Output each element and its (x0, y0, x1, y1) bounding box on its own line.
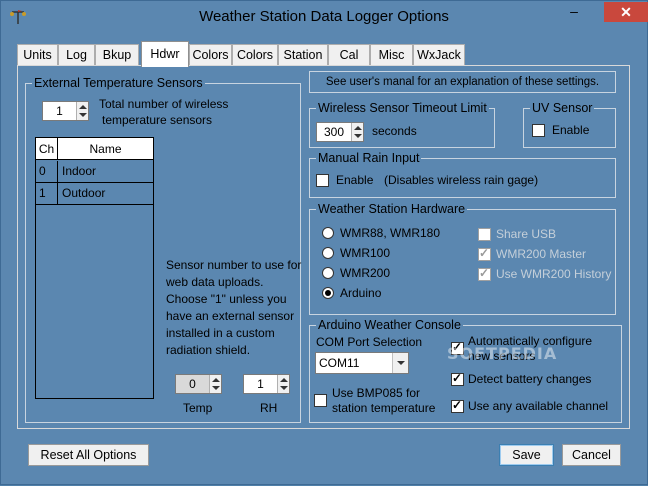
temp-sensor-spinner[interactable]: 0 (175, 374, 222, 394)
temp-label: Temp (183, 401, 213, 415)
radio-wmr100[interactable] (322, 247, 334, 259)
rh-sensor-spinner[interactable]: 1 (243, 374, 290, 394)
row-ch: 1 (36, 183, 58, 204)
sensor-count-value: 1 (56, 104, 63, 118)
sensor-count-spinner[interactable]: 1 (42, 101, 89, 121)
spinner-arrows-icon[interactable] (76, 102, 88, 120)
spinner-arrows-icon[interactable] (209, 375, 221, 393)
table-row[interactable]: 1 Outdoor (36, 183, 153, 205)
upload-note-line: have an external sensor (166, 309, 295, 323)
checkmark-icon: ✓ (452, 371, 463, 385)
table-row[interactable]: 0 Indoor (36, 161, 153, 183)
upload-note-line: radiation shield. (166, 343, 251, 357)
detect-battery-checkbox[interactable]: ✓ (451, 371, 464, 386)
com-port-label: COM Port Selection (316, 335, 423, 349)
manual-note: See user's manal for an explanation of t… (309, 71, 616, 93)
detect-battery-label: Detect battery changes (468, 372, 592, 386)
rh-sensor-value: 1 (257, 377, 264, 391)
external-sensors-title: External Temperature Sensors (32, 76, 205, 90)
watermark: SOFTPEDIA (447, 344, 558, 363)
row-name[interactable]: Outdoor (58, 183, 153, 204)
row-name[interactable]: Indoor (58, 161, 153, 182)
temp-sensor-value: 0 (176, 375, 209, 393)
sensor-count-label-2: temperature sensors (102, 113, 213, 127)
radio-wmr88-label: WMR88, WMR180 (340, 226, 441, 240)
sensor-count-label-1: Total number of wireless (99, 97, 229, 111)
grid-header: Ch Name (36, 138, 153, 160)
com-port-select[interactable]: COM11 (315, 352, 409, 374)
hardware-group: Weather Station Hardware WMR88, WMR180 W… (309, 202, 616, 315)
radio-arduino-label: Arduino (340, 286, 382, 300)
timeout-title: Wireless Sensor Timeout Limit (316, 101, 489, 115)
upload-note-line: Choose "1" unless you (166, 292, 287, 306)
uv-title: UV Sensor (530, 101, 595, 115)
cancel-button[interactable]: Cancel (562, 444, 621, 466)
options-window: Weather Station Data Logger Options ‒ ✕ … (0, 0, 648, 485)
spinner-arrows-icon[interactable] (351, 123, 363, 141)
upload-note-line: Sensor number to use for (166, 258, 302, 272)
radio-wmr100-label: WMR100 (340, 246, 391, 260)
wmr200-history-label: Use WMR200 History (496, 267, 612, 281)
checkmark-icon: ✓ (479, 266, 490, 280)
any-channel-checkbox[interactable]: ✓ (451, 398, 464, 413)
upload-note-line: web data uploads. (166, 275, 264, 289)
radio-wmr200-label: WMR200 (340, 266, 391, 280)
row-ch: 0 (36, 161, 58, 182)
checkmark-icon: ✓ (452, 398, 463, 412)
timeout-value: 300 (323, 125, 345, 139)
chevron-down-icon[interactable] (392, 353, 408, 373)
external-sensors-group: External Temperature Sensors 1 Total num… (25, 76, 301, 423)
uv-group: UV Sensor Enable (523, 101, 616, 148)
rain-enable-checkbox[interactable] (316, 174, 329, 187)
wmr200-history-checkbox[interactable]: ✓ (478, 266, 491, 281)
bmp085-label-2: station temperature (332, 401, 436, 415)
wmr200-master-checkbox[interactable]: ✓ (478, 246, 491, 261)
spinner-arrows-icon[interactable] (277, 375, 289, 393)
arduino-group: Arduino Weather Console COM Port Selecti… (309, 318, 622, 423)
radio-wmr200[interactable] (322, 267, 334, 279)
checkmark-icon: ✓ (479, 246, 490, 260)
bmp085-label-1: Use BMP085 for (332, 386, 421, 400)
rh-label: RH (260, 401, 278, 415)
radio-arduino[interactable] (322, 287, 334, 299)
grid-header-name: Name (89, 142, 122, 156)
rain-title: Manual Rain Input (316, 151, 422, 165)
reset-all-button[interactable]: Reset All Options (28, 444, 149, 466)
upload-note-line: installed in a custom (166, 326, 275, 340)
uv-enable-checkbox[interactable] (532, 124, 545, 137)
save-button[interactable]: Save (499, 444, 554, 466)
rain-note: (Disables wireless rain gage) (384, 173, 539, 187)
any-channel-label: Use any available channel (468, 399, 609, 413)
radio-wmr88[interactable] (322, 227, 334, 239)
uv-enable-label: Enable (552, 123, 590, 137)
timeout-group: Wireless Sensor Timeout Limit 300 second… (309, 101, 495, 148)
sensor-grid[interactable]: Ch Name 0 Indoor 1 Outdoor (35, 137, 154, 399)
upload-note: Sensor number to use for web data upload… (166, 257, 301, 359)
bmp085-checkbox[interactable] (314, 394, 327, 407)
rain-group: Manual Rain Input Enable (Disables wirel… (309, 151, 616, 198)
rain-enable-label: Enable (336, 173, 374, 187)
share-usb-checkbox[interactable] (478, 228, 491, 241)
timeout-unit: seconds (372, 124, 417, 138)
panel-content: External Temperature Sensors 1 Total num… (1, 1, 648, 486)
wmr200-master-label: WMR200 Master (496, 247, 587, 261)
share-usb-label: Share USB (496, 227, 557, 241)
grid-header-ch: Ch (36, 138, 58, 160)
timeout-spinner[interactable]: 300 (316, 122, 364, 142)
hardware-title: Weather Station Hardware (316, 202, 468, 216)
com-port-value: COM11 (319, 356, 360, 370)
arduino-title: Arduino Weather Console (316, 318, 463, 332)
